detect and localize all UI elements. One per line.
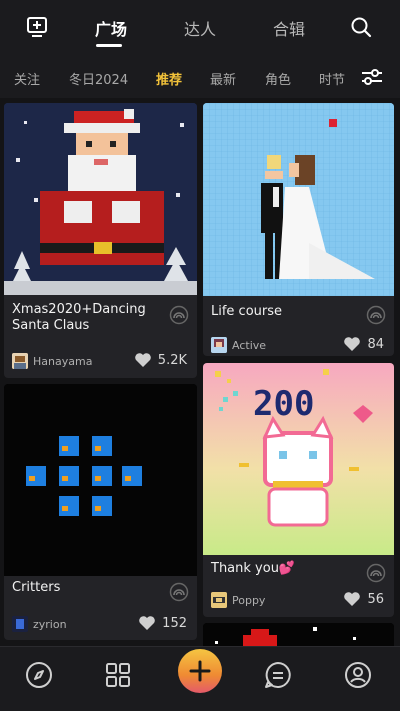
author-name: zyrion: [33, 617, 67, 631]
rainbow-badge-icon: [366, 563, 386, 583]
rainbow-badge-icon: [169, 582, 189, 602]
category-latest[interactable]: 最新: [210, 69, 236, 88]
avatar: [12, 353, 28, 369]
post-title: Thank you💕: [211, 561, 296, 576]
author-name: Active: [232, 338, 267, 352]
category-bar: 关注 冬日2024 推荐 最新 角色 时节: [0, 56, 400, 98]
post-card[interactable]: Xmas2020+Dancing Santa Claus Hanayama 5.…: [4, 103, 197, 378]
like-count[interactable]: 56: [343, 591, 384, 607]
post-card[interactable]: Critters zyrion 152: [4, 384, 197, 640]
post-artwork[interactable]: 200: [203, 363, 394, 555]
post-author[interactable]: Active: [211, 337, 266, 353]
author-name: Hanayama: [33, 354, 93, 368]
post-artwork[interactable]: [203, 103, 394, 296]
post-author[interactable]: Hanayama: [12, 353, 92, 369]
top-bar: 广场 达人 合辑: [0, 0, 400, 56]
tab-plaza[interactable]: 广场: [95, 16, 127, 40]
like-count[interactable]: 5.2K: [134, 352, 187, 368]
like-value: 5.2K: [157, 352, 187, 368]
like-value: 152: [162, 615, 187, 631]
category-characters[interactable]: 角色: [265, 69, 291, 88]
post-title: Critters: [12, 580, 61, 595]
create-button[interactable]: [178, 649, 222, 693]
post-author[interactable]: Poppy: [211, 592, 265, 608]
heart-icon: [139, 616, 155, 630]
like-value: 84: [367, 336, 384, 352]
post-artwork[interactable]: [4, 384, 197, 576]
post-author[interactable]: zyrion: [12, 616, 67, 632]
sliders-icon[interactable]: [360, 66, 384, 88]
avatar: [211, 592, 227, 608]
compass-icon[interactable]: [21, 657, 57, 693]
post-artwork[interactable]: [4, 103, 197, 295]
category-recommended[interactable]: 推荐: [156, 69, 182, 88]
like-count[interactable]: 84: [343, 336, 384, 352]
svg-text:200: 200: [253, 384, 314, 424]
avatar: [12, 616, 28, 632]
rainbow-badge-icon: [366, 305, 386, 325]
author-name: Poppy: [232, 593, 266, 607]
category-winter-2024[interactable]: 冬日2024: [69, 69, 128, 88]
tab-experts[interactable]: 达人: [184, 16, 216, 40]
category-seasons[interactable]: 时节: [319, 69, 345, 88]
profile-icon[interactable]: [340, 657, 376, 693]
heart-icon: [344, 592, 361, 606]
grid-icon[interactable]: [100, 657, 136, 693]
like-count[interactable]: 152: [138, 615, 187, 631]
post-title: Life course: [211, 304, 283, 319]
avatar: [211, 337, 227, 353]
post-feed: Xmas2020+Dancing Santa Claus Hanayama 5.…: [0, 98, 400, 650]
category-follow[interactable]: 关注: [14, 69, 40, 88]
like-value: 56: [367, 591, 384, 607]
top-tabs: 广场 达人 合辑: [70, 0, 340, 56]
heart-icon: [134, 353, 151, 367]
bottom-nav: [0, 646, 400, 711]
plus-icon: [189, 660, 211, 682]
heart-icon: [344, 337, 361, 351]
tv-plus-icon[interactable]: [22, 12, 52, 42]
post-card[interactable]: 200 Thank you💕 Poppy 56: [203, 363, 394, 617]
rainbow-badge-icon: [169, 305, 189, 325]
active-tab-indicator: [96, 44, 122, 47]
tab-collections[interactable]: 合辑: [273, 16, 305, 40]
search-icon[interactable]: [346, 12, 376, 42]
post-title: Xmas2020+Dancing Santa Claus: [12, 302, 146, 333]
message-icon[interactable]: [260, 657, 296, 693]
post-card[interactable]: Life course Active 84: [203, 103, 394, 356]
